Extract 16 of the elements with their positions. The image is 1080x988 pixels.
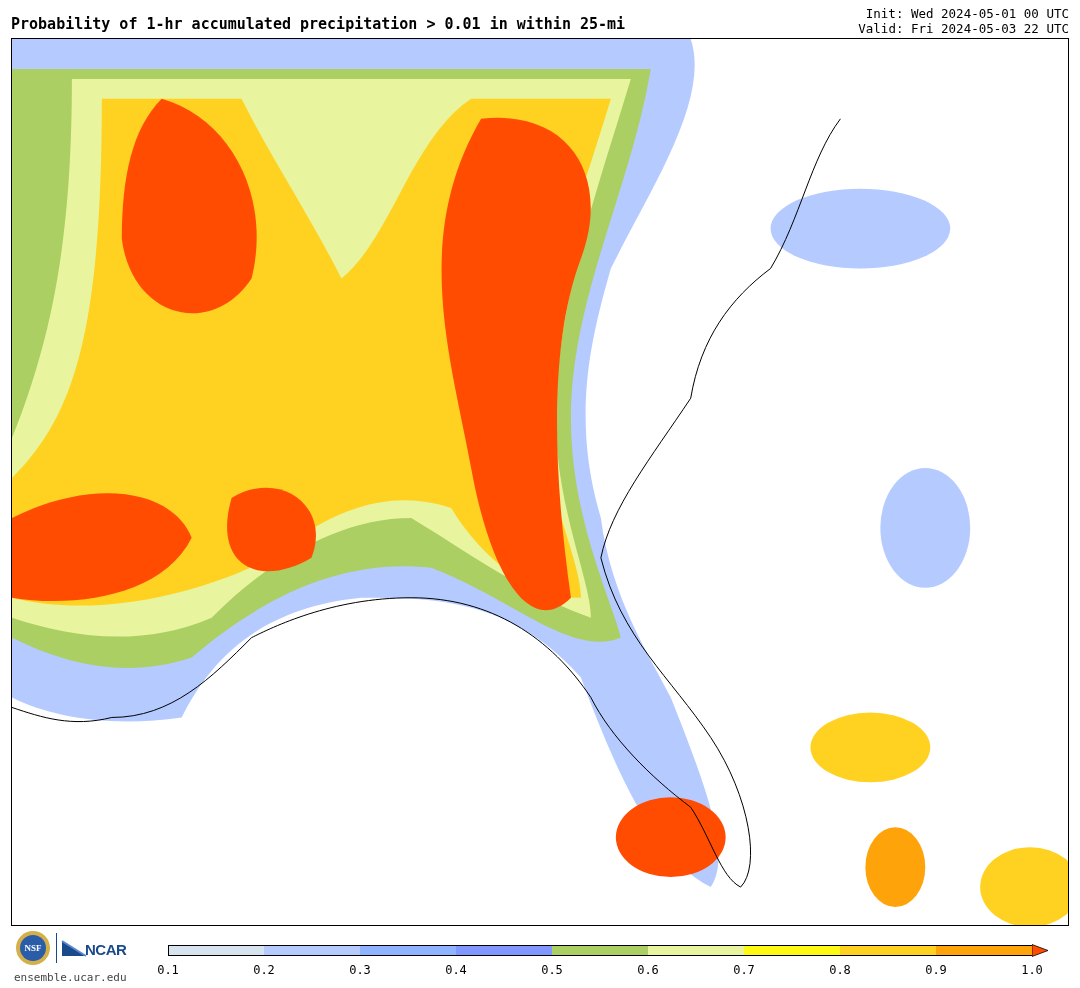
colorbar-tick-label: 1.0 — [1020, 962, 1044, 979]
seal-logo: NSF — [14, 930, 52, 966]
valid-time: Valid: Fri 2024-05-03 22 UTC — [858, 21, 1069, 36]
colorbar-tick-label: 0.8 — [828, 962, 852, 979]
colorbar-tick-label: 0.5 — [540, 962, 564, 979]
colorbar-tick-label: 0.6 — [636, 962, 660, 979]
colorbar-tick-label: 0.9 — [924, 962, 948, 979]
init-time: Init: Wed 2024-05-01 00 UTC — [864, 6, 1069, 21]
triangle-logo-icon — [61, 939, 87, 957]
org-logo-text: NCAR — [85, 939, 127, 960]
colorbar-tick-label: 0.7 — [732, 962, 756, 979]
colorbar-tick-label: 0.2 — [252, 962, 276, 979]
site-url: ensemble.ucar.edu — [14, 970, 127, 986]
colorbar-tick-label: 0.3 — [348, 962, 372, 979]
colorbar-tick-label: 0.4 — [444, 962, 468, 979]
chart-title: Probability of 1-hr accumulated precipitation > 0.01 in within 25-mi — [11, 14, 626, 35]
